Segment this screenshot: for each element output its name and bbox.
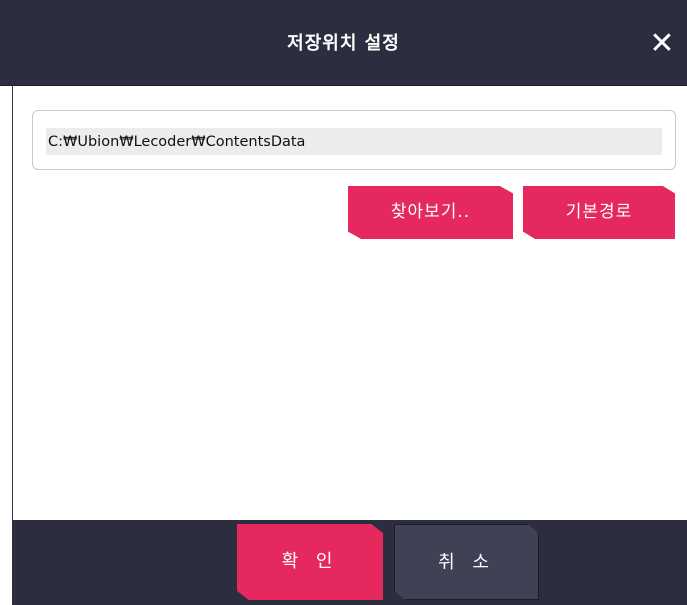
close-icon[interactable]: ✕ [647,26,677,62]
path-field-container [32,110,676,170]
storage-location-dialog: 저장위치 설정 ✕ 찾아보기.. 기본경로 확 인 취 소 [0,0,687,605]
title-bar: 저장위치 설정 ✕ [0,0,687,86]
dialog-title: 저장위치 설정 [287,33,400,54]
default-path-button[interactable]: 기본경로 [523,186,675,239]
browse-button[interactable]: 찾아보기.. [348,186,513,239]
cancel-button[interactable]: 취 소 [394,524,539,600]
save-path-input[interactable] [46,128,662,155]
confirm-button[interactable]: 확 인 [237,524,383,600]
